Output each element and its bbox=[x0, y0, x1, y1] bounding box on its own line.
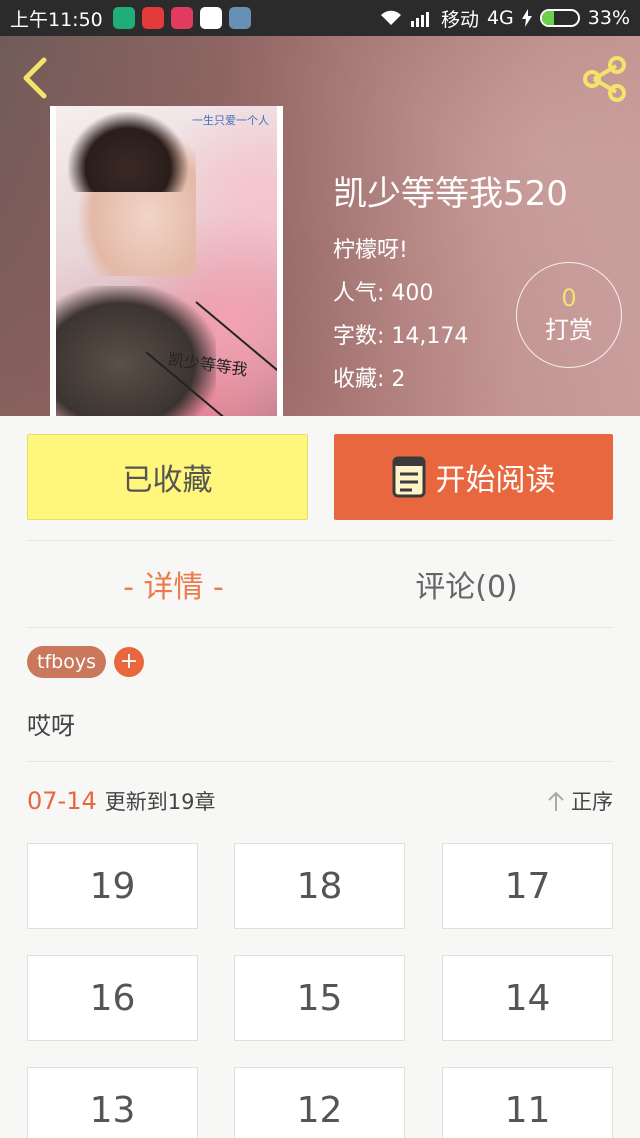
tag-list: tfboys + bbox=[27, 646, 144, 678]
battery-percent: 33% bbox=[587, 7, 630, 29]
book-intro: 哎呀 bbox=[27, 712, 75, 740]
chapter-button[interactable]: 11 bbox=[442, 1067, 613, 1138]
cover-figure-hair bbox=[68, 112, 188, 192]
cover-image: 一生只爱一个人 凯少等等我 bbox=[56, 106, 277, 416]
status-bar: 上午11:50 移动 4G 33% bbox=[0, 0, 640, 36]
tip-count: 0 bbox=[561, 284, 577, 312]
carrier-label: 移动 bbox=[440, 8, 479, 31]
tab-details[interactable]: - 详情 - bbox=[27, 542, 320, 626]
book-icon bbox=[392, 456, 425, 498]
status-time: 上午11:50 bbox=[10, 8, 103, 31]
tip-button[interactable]: 0 打赏 bbox=[516, 262, 622, 368]
start-reading-label: 开始阅读 bbox=[435, 463, 556, 498]
book-title: 凯少等等我520 bbox=[333, 174, 568, 214]
chapter-button[interactable]: 16 bbox=[27, 955, 198, 1041]
share-button[interactable] bbox=[580, 54, 630, 104]
signal-icon bbox=[410, 12, 429, 27]
chapter-button[interactable]: 18 bbox=[234, 843, 405, 929]
app-notification-icon bbox=[112, 7, 135, 29]
chapter-button[interactable]: 14 bbox=[442, 955, 613, 1041]
chapter-button[interactable]: 12 bbox=[234, 1067, 405, 1138]
tab-bar: - 详情 - 评论(0) bbox=[27, 542, 613, 626]
tab-details-label: - 详情 - bbox=[123, 570, 224, 605]
favorite-button[interactable]: 已收藏 bbox=[27, 434, 308, 520]
update-text: 更新到19章 bbox=[104, 790, 216, 814]
tip-label: 打赏 bbox=[545, 316, 593, 344]
add-tag-button[interactable]: + bbox=[113, 647, 144, 677]
app-notification-icon bbox=[141, 7, 164, 29]
battery-icon bbox=[539, 9, 580, 27]
divider bbox=[27, 627, 613, 628]
update-info: 07-14 更新到19章 bbox=[27, 786, 215, 816]
divider bbox=[27, 761, 613, 762]
divider bbox=[27, 540, 613, 541]
wifi-icon bbox=[380, 10, 401, 25]
tab-comments[interactable]: 评论(0) bbox=[320, 542, 613, 626]
arrow-up-icon bbox=[548, 791, 564, 811]
tag-item[interactable]: tfboys bbox=[27, 646, 106, 678]
cover-top-text: 一生只爱一个人 bbox=[192, 114, 269, 127]
back-button[interactable] bbox=[16, 56, 56, 100]
update-date: 07-14 bbox=[27, 787, 97, 815]
start-reading-button[interactable]: 开始阅读 bbox=[334, 434, 613, 520]
network-label: 4G bbox=[486, 7, 514, 29]
chapter-button[interactable]: 17 bbox=[442, 843, 613, 929]
chapter-button[interactable]: 19 bbox=[27, 843, 198, 929]
book-cover[interactable]: 一生只爱一个人 凯少等等我 bbox=[50, 106, 283, 416]
tab-comments-label: 评论(0) bbox=[415, 570, 518, 605]
chapter-button[interactable]: 15 bbox=[234, 955, 405, 1041]
app-notification-icon bbox=[170, 7, 193, 29]
chapter-button[interactable]: 13 bbox=[27, 1067, 198, 1138]
sort-toggle[interactable]: 正序 bbox=[547, 786, 613, 816]
book-favorites: 收藏: 2 bbox=[333, 367, 406, 392]
qq-icon bbox=[199, 7, 222, 29]
charging-icon bbox=[521, 9, 532, 27]
app-notification-icon bbox=[228, 7, 251, 29]
book-author[interactable]: 柠檬呀! bbox=[333, 229, 568, 272]
sort-label: 正序 bbox=[571, 790, 613, 814]
book-header: 一生只爱一个人 凯少等等我 凯少等等我520 柠檬呀! 人气: 400 字数: … bbox=[0, 36, 640, 416]
favorite-button-label: 已收藏 bbox=[122, 463, 213, 498]
